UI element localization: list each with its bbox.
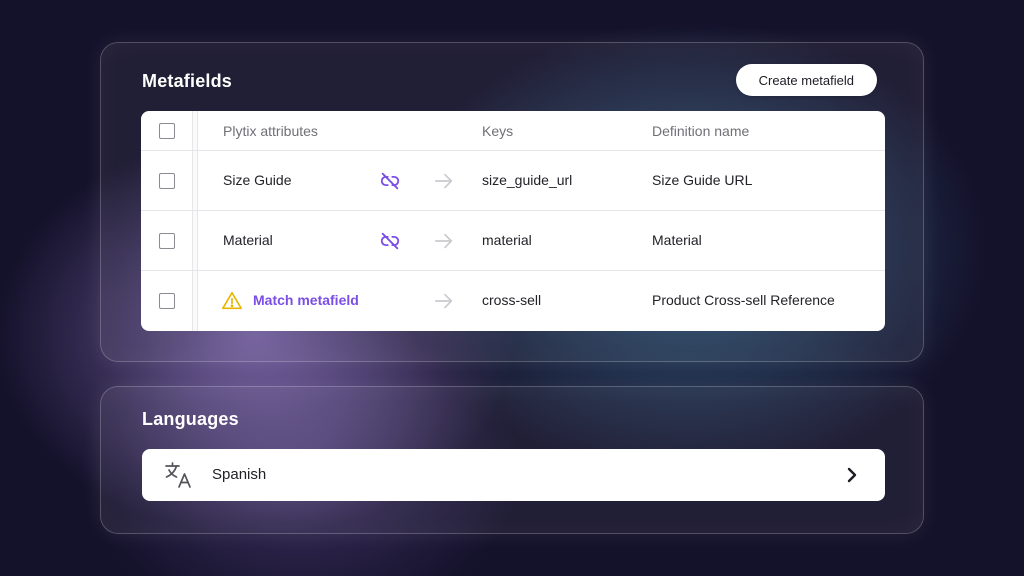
arrow-right-icon [434, 233, 453, 249]
attribute-name: Material [223, 232, 273, 248]
attribute-name: Size Guide [223, 172, 292, 188]
metafields-title: Metafields [142, 71, 233, 91]
match-metafield-link[interactable]: Match metafield [253, 292, 359, 308]
metafield-key: material [482, 232, 532, 248]
warning-icon [222, 291, 242, 310]
table-row: Match metafield cross-sell Product Cross… [141, 271, 885, 331]
metafield-key: size_guide_url [482, 172, 573, 188]
create-metafield-button[interactable]: Create metafield [735, 64, 877, 96]
row-checkbox[interactable] [159, 233, 175, 249]
arrow-right-icon [434, 173, 453, 189]
link-broken-icon[interactable] [379, 170, 401, 192]
metafield-key: cross-sell [482, 292, 542, 308]
link-broken-icon[interactable] [379, 230, 401, 252]
definition-name: Size Guide URL [652, 172, 753, 188]
languages-title: Languages [142, 409, 239, 429]
table-row: Size Guide size_guide_url Size Guide URL [141, 151, 885, 211]
definition-name: Product Cross-sell Reference [652, 292, 835, 308]
arrow-right-icon [434, 293, 453, 309]
metafields-panel: Metafields Create metafield Plytix attri… [100, 42, 924, 362]
select-all-checkbox[interactable] [159, 123, 175, 139]
column-header-definition: Definition name [652, 123, 750, 139]
language-label: Spanish [212, 466, 267, 483]
table-header: Plytix attributes Keys Definition name [141, 111, 885, 151]
row-checkbox[interactable] [159, 173, 175, 189]
translate-icon [165, 462, 191, 488]
language-item-spanish[interactable]: Spanish [142, 449, 885, 501]
definition-name: Material [652, 232, 702, 248]
metafields-table: Plytix attributes Keys Definition name S… [141, 111, 885, 331]
table-row: Material material Material [141, 211, 885, 271]
chevron-right-icon [847, 467, 857, 483]
row-checkbox[interactable] [159, 293, 175, 309]
column-header-attributes: Plytix attributes [223, 123, 318, 139]
column-header-keys: Keys [482, 123, 514, 139]
languages-panel: Languages Spanish [100, 386, 924, 534]
